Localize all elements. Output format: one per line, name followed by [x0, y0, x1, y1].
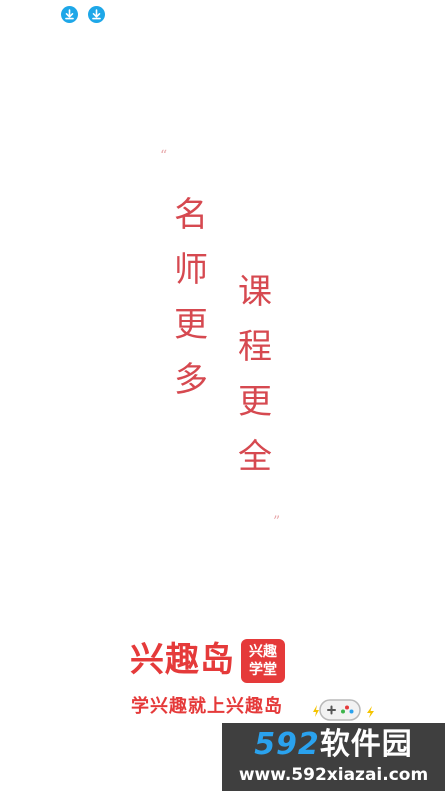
slogan-char: 更	[238, 382, 272, 422]
gamepad-icon	[319, 699, 361, 721]
close-quote: ”	[273, 514, 281, 530]
site-watermark: 592软件园 www.592xiazai.com	[222, 723, 445, 791]
slogan-char: 课	[238, 272, 272, 312]
open-quote: “	[160, 148, 168, 164]
slogan-right-column: 课 程 更 全	[235, 265, 275, 485]
watermark-text: 软件园	[319, 727, 413, 762]
slogan-char: 更	[174, 305, 208, 345]
slogan-char: 多	[174, 360, 208, 400]
slogan-char: 名	[174, 195, 208, 235]
download-icon	[88, 6, 105, 23]
spark-icon	[367, 706, 374, 718]
brand-logo: 兴趣岛 兴趣 学堂	[130, 638, 285, 683]
brand-badge-line: 兴趣	[249, 643, 277, 660]
brand-tagline: 学兴趣就上兴趣岛	[131, 696, 283, 717]
slogan-char: 全	[238, 437, 272, 477]
brand-name: 兴趣岛	[130, 640, 235, 680]
download-icon	[61, 6, 78, 23]
watermark-number: 592	[254, 727, 320, 762]
watermark-brand: 592软件园	[222, 725, 445, 765]
watermark-url: www.592xiazai.com	[238, 765, 429, 785]
slogan-left-column: 名 师 更 多	[171, 188, 211, 408]
slogan-char: 师	[174, 250, 208, 290]
brand-badge: 兴趣 学堂	[241, 638, 285, 683]
slogan-char: 程	[238, 327, 272, 367]
brand-badge-line: 学堂	[249, 661, 277, 678]
